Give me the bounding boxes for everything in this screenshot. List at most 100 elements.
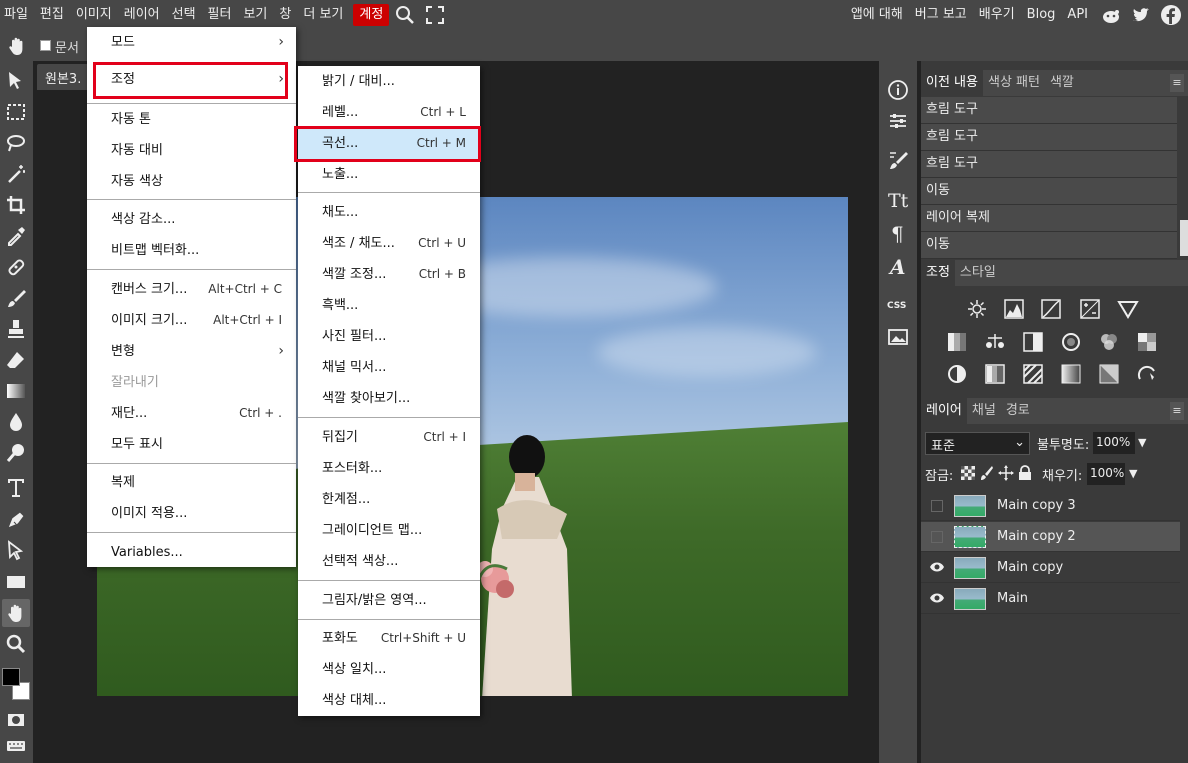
menu-item-levels[interactable]: 레벨... Ctrl + L [298,97,480,128]
tab-color[interactable]: 색깔 [1045,70,1079,96]
menu-item-selective-color[interactable]: 선택적 색상... [298,546,480,577]
scrollbar[interactable] [1180,220,1188,256]
brush-tool-icon[interactable] [2,284,30,312]
image-icon[interactable] [885,324,911,350]
fill-dropdown-icon[interactable]: ▼ [1129,467,1137,480]
threshold-icon[interactable] [1022,363,1046,387]
magic-wand-icon[interactable] [2,160,30,188]
menu-item-hue-saturation[interactable]: 색조 / 채도... Ctrl + U [298,228,480,259]
panel-menu-icon[interactable]: ≡ [1170,74,1184,92]
menu-item-apply-image[interactable]: 이미지 적용... [87,498,296,529]
hue-saturation-icon[interactable] [946,331,970,355]
menu-item-replace-color[interactable]: 색상 대체... [298,685,480,716]
eye-icon[interactable] [930,561,944,573]
blend-mode-select[interactable]: 표준 ⌄ [925,432,1030,455]
menu-item-photo-filter[interactable]: 사진 필터... [298,321,480,352]
lock-all-icon[interactable] [1018,465,1032,481]
history-item[interactable]: 이동 [921,178,1177,205]
marquee-tool-icon[interactable] [2,98,30,126]
menu-item-transform[interactable]: 변형 › [87,336,296,367]
history-item[interactable]: 레이어 복제 [921,205,1177,232]
menu-item-shadows-highlights[interactable]: 그림자/밝은 영역... [298,585,480,616]
properties-icon[interactable] [885,108,911,134]
tab-adjustments[interactable]: 조정 [921,260,955,286]
opacity-input[interactable]: 100% [1093,432,1135,454]
menu-item-black-white[interactable]: 흑백... [298,290,480,321]
levels-icon[interactable] [1003,298,1027,322]
layer-visibility-checkbox[interactable] [931,500,943,512]
healing-brush-icon[interactable] [2,253,30,281]
crop-tool-icon[interactable] [2,191,30,219]
selective-color-icon[interactable] [1098,363,1122,387]
hand-tool-icon[interactable] [2,599,30,627]
menu-layer[interactable]: 레이어 [118,0,166,29]
menu-item-posterize[interactable]: 포스터화... [298,453,480,484]
menu-item-variables[interactable]: Variables... [87,537,296,568]
history-item[interactable]: 흐림 도구 [921,124,1177,151]
menu-item-reveal-all[interactable]: 모두 표시 [87,429,296,460]
tab-paths[interactable]: 경로 [1001,398,1035,424]
fullscreen-icon[interactable] [423,3,447,27]
eraser-tool-icon[interactable] [2,346,30,374]
menu-learn[interactable]: 배우기 [973,0,1021,29]
menu-about[interactable]: 앱에 대해 [845,0,909,29]
brush-settings-icon[interactable] [885,147,911,173]
glyph-icon[interactable]: A [885,253,911,279]
menu-item-color-lookup[interactable]: 색깔 찾아보기... [298,383,480,414]
tab-history[interactable]: 이전 내용 [921,70,983,96]
menu-item-saturation[interactable]: 채도... [298,197,480,228]
menu-item-auto-tone[interactable]: 자동 톤 [87,104,296,135]
eyedropper-icon[interactable] [2,222,30,250]
history-item[interactable]: 이동 [921,232,1177,259]
menu-window[interactable]: 창 [273,0,297,29]
facebook-icon[interactable] [1158,2,1184,28]
document-checkbox[interactable] [40,40,51,51]
history-item[interactable]: 흐림 도구 [921,151,1177,178]
history-item[interactable]: 흐림 도구 [921,97,1177,124]
gradient-tool-icon[interactable] [2,377,30,405]
move-tool-icon[interactable] [2,67,30,95]
menu-item-canvas-size[interactable]: 캔버스 크기... Alt+Ctrl + C [87,274,296,305]
photo-filter-icon[interactable] [1060,331,1084,355]
eye-icon[interactable] [930,592,944,604]
info-icon[interactable] [885,77,911,103]
menu-view[interactable]: 보기 [237,0,273,29]
menu-item-gradient-map[interactable]: 그레이디언트 맵... [298,515,480,546]
paragraph-icon[interactable]: ¶ [885,220,911,246]
text-tool-icon[interactable] [2,473,30,501]
menu-file[interactable]: 파일 [0,0,34,29]
lock-brush-icon[interactable] [980,465,994,481]
keyboard-icon[interactable] [2,732,30,760]
menu-item-adjustments[interactable]: 조정 › [87,64,296,95]
tab-styles[interactable]: 스타일 [955,260,1001,286]
black-white-icon[interactable] [1022,331,1046,355]
menu-item-vectorize[interactable]: 비트맵 벡터화... [87,235,296,266]
menu-item-exposure[interactable]: 노출... [298,159,480,190]
menu-item-curves[interactable]: 곡선... Ctrl + M [298,128,480,159]
menu-item-match-color[interactable]: 색상 일치... [298,654,480,685]
layer-visibility-checkbox[interactable] [931,531,943,543]
fill-input[interactable]: 100% [1087,463,1125,485]
invert-icon[interactable] [946,363,970,387]
brightness-icon[interactable] [966,298,990,322]
color-swatches-icon[interactable] [2,666,30,702]
blur-tool-icon[interactable] [2,408,30,436]
menu-item-mode[interactable]: 모드 › [87,27,296,58]
menu-item-trim[interactable]: 재단... Ctrl + . [87,398,296,429]
layer-row[interactable]: Main [921,584,1180,614]
menu-item-brightness-contrast[interactable]: 밝기 / 대비... [298,66,480,97]
menu-more[interactable]: 더 보기 [297,0,349,29]
gradient-map-icon[interactable] [1060,363,1084,387]
menu-item-invert[interactable]: 뒤집기 Ctrl + I [298,422,480,453]
menu-item-auto-color[interactable]: 자동 색상 [87,166,296,197]
tab-channels[interactable]: 채널 [967,398,1001,424]
menu-item-image-size[interactable]: 이미지 크기... Alt+Ctrl + I [87,305,296,336]
search-icon[interactable] [393,3,417,27]
reddit-icon[interactable] [1098,2,1124,28]
menu-item-auto-contrast[interactable]: 자동 대비 [87,135,296,166]
menu-filter[interactable]: 필터 [202,0,238,29]
path-select-icon[interactable] [2,537,30,565]
menu-edit[interactable]: 편집 [34,0,70,29]
menu-bug-report[interactable]: 버그 보고 [909,0,973,29]
curves-icon[interactable] [1040,298,1064,322]
